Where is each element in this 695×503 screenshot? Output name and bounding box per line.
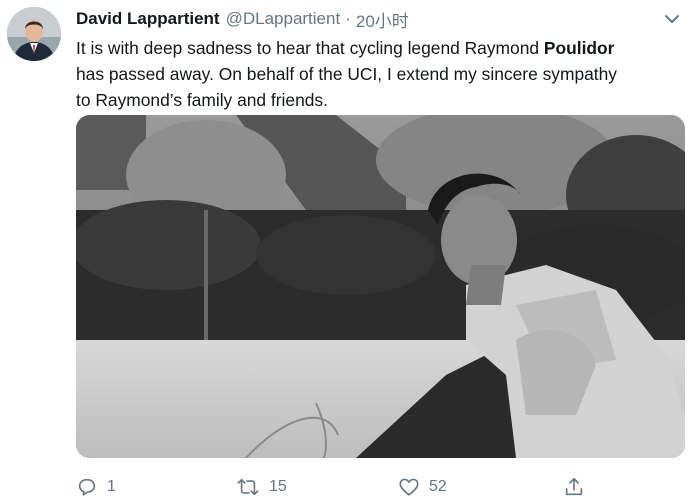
avatar-image	[7, 7, 61, 61]
tweet-actions: 1 15 52	[76, 474, 616, 500]
retweet-count: 15	[269, 478, 287, 495]
like-icon	[399, 478, 419, 496]
timestamp[interactable]: 20小时	[356, 7, 409, 32]
like-button[interactable]: 52	[398, 474, 447, 500]
tweet: David Lappartient @DLappartient · 20小时 I…	[0, 0, 695, 503]
retweet-button[interactable]: 15	[236, 474, 287, 500]
separator: ·	[345, 9, 351, 28]
like-count: 52	[429, 478, 447, 495]
avatar[interactable]	[7, 7, 61, 61]
retweet-icon	[237, 478, 259, 496]
author-handle[interactable]: @DLappartient	[226, 9, 341, 29]
more-options-button[interactable]	[661, 8, 683, 30]
tweet-text-line-1: It is with deep sadness to hear that cyc…	[76, 35, 686, 61]
tweet-photo[interactable]	[76, 115, 685, 458]
chevron-down-icon	[665, 15, 679, 23]
author-name[interactable]: David Lappartient	[76, 9, 220, 29]
tweet-text-bold: Poulidor	[543, 38, 615, 58]
tweet-text-line-2: has passed away. On behalf of the UCI, I…	[76, 64, 617, 84]
cyclist-photo	[76, 115, 685, 458]
share-icon	[565, 477, 583, 496]
tweet-header: David Lappartient @DLappartient · 20小时	[76, 7, 409, 32]
tweet-text: It is with deep sadness to hear that cyc…	[76, 35, 686, 113]
reply-count: 1	[107, 478, 116, 495]
tweet-text-line-3: to Raymond’s family and friends.	[76, 90, 328, 110]
share-button[interactable]	[563, 474, 585, 500]
tweet-text-start: It is with deep sadness to hear that cyc…	[76, 38, 544, 58]
reply-icon	[78, 478, 96, 496]
reply-button[interactable]: 1	[76, 474, 116, 500]
